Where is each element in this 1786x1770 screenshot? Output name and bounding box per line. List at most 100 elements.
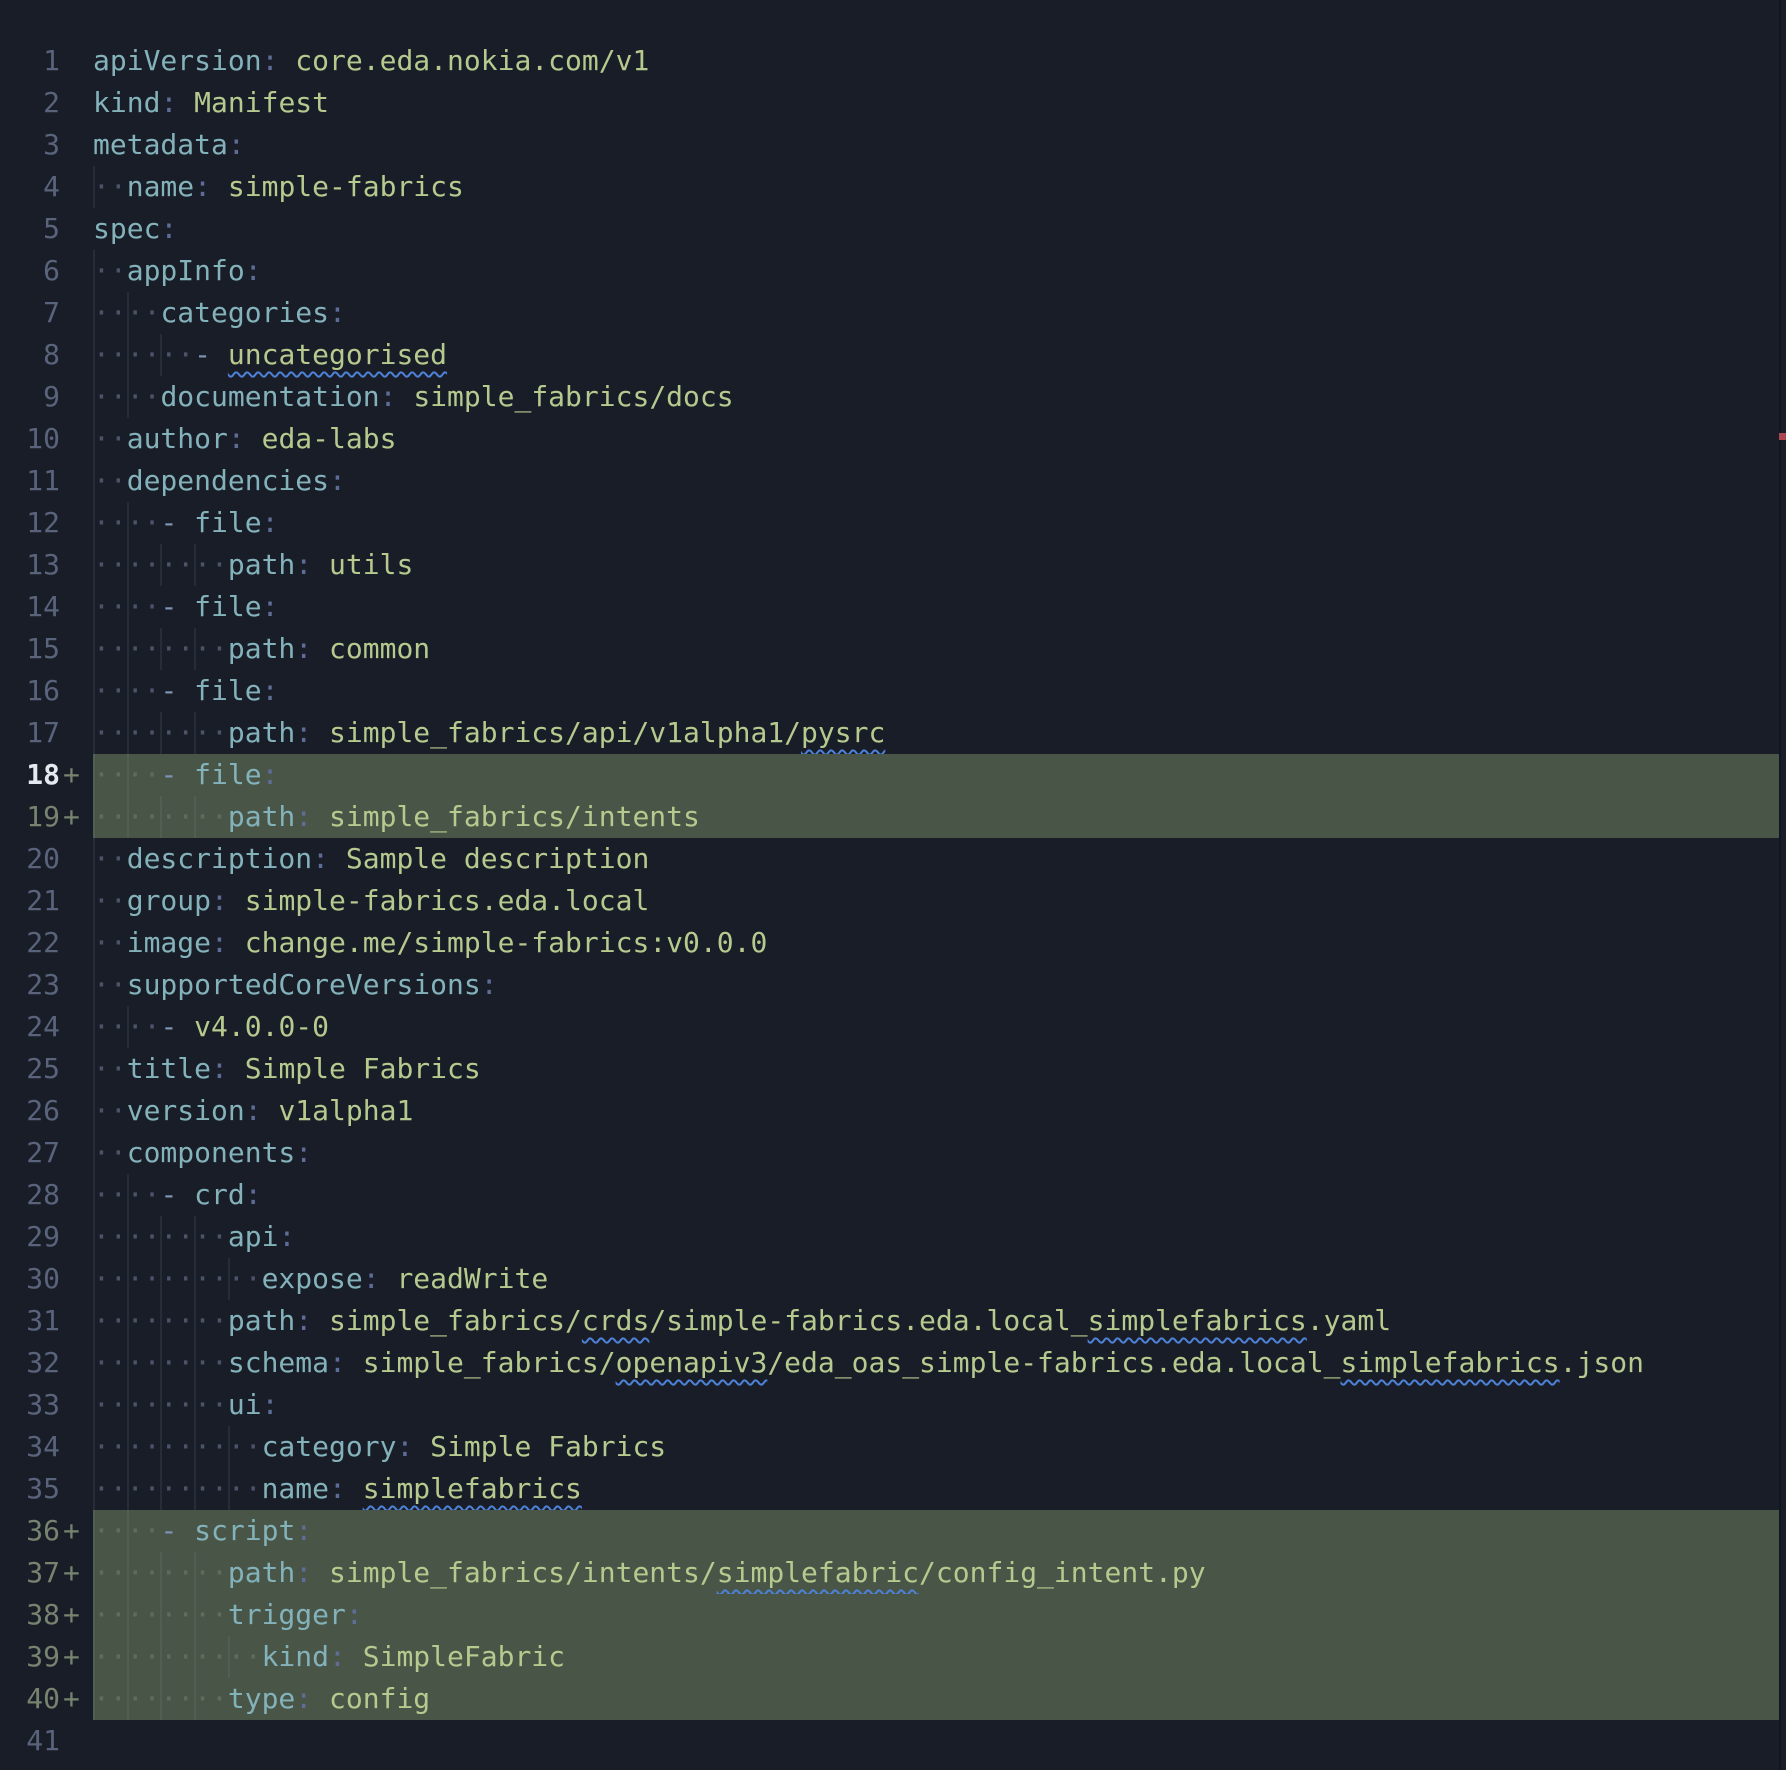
line-content[interactable]: ··components: [93, 1132, 1780, 1174]
line-number[interactable]: 26 [0, 1090, 60, 1132]
line-number[interactable]: 38 [0, 1594, 60, 1636]
line-number[interactable]: 40 [0, 1678, 60, 1720]
line-content[interactable]: ··image: change.me/simple-fabrics:v0.0.0 [93, 922, 1780, 964]
line-content[interactable]: ··name: simple-fabrics [93, 166, 1780, 208]
line-number[interactable]: 22 [0, 922, 60, 964]
line-content[interactable]: ··description: Sample description [93, 838, 1780, 880]
line-number[interactable]: 9 [0, 376, 60, 418]
line-number[interactable]: 7 [0, 292, 60, 334]
line-number[interactable]: 19 [0, 796, 60, 838]
line-content[interactable]: ··group: simple-fabrics.eda.local [93, 880, 1780, 922]
line-number[interactable]: 32 [0, 1342, 60, 1384]
yaml-key: expose [262, 1262, 363, 1295]
line-content[interactable]: ··········category: Simple Fabrics [93, 1426, 1780, 1468]
line-number[interactable]: 37 [0, 1552, 60, 1594]
line-content[interactable]: ··········expose: readWrite [93, 1258, 1780, 1300]
code-line: 23 ··supportedCoreVersions: [0, 964, 1786, 1006]
line-content[interactable]: ····- file: [93, 754, 1780, 796]
line-content[interactable]: ··version: v1alpha1 [93, 1090, 1780, 1132]
space [262, 1094, 279, 1127]
line-number[interactable]: 20 [0, 838, 60, 880]
line-content[interactable]: ········path: simple_fabrics/api/v1alpha… [93, 712, 1780, 754]
line-content[interactable]: ····- file: [93, 586, 1780, 628]
line-number[interactable]: 34 [0, 1426, 60, 1468]
overview-ruler-error-marker[interactable] [1779, 433, 1786, 440]
line-content[interactable]: ··········name: simplefabrics [93, 1468, 1780, 1510]
space [312, 1682, 329, 1715]
line-content[interactable]: ··title: Simple Fabrics [93, 1048, 1780, 1090]
line-content[interactable]: ······- uncategorised [93, 334, 1780, 376]
line-content[interactable]: ····categories: [93, 292, 1780, 334]
line-number[interactable]: 21 [0, 880, 60, 922]
line-content[interactable]: ··supportedCoreVersions: [93, 964, 1780, 1006]
line-number[interactable]: 31 [0, 1300, 60, 1342]
line-content[interactable]: ········type: config [93, 1678, 1780, 1720]
line-content[interactable]: ········schema: simple_fabrics/openapiv3… [93, 1342, 1780, 1384]
line-number[interactable]: 10 [0, 418, 60, 460]
line-content[interactable]: ········trigger: [93, 1594, 1780, 1636]
colon: : [262, 590, 279, 623]
line-content[interactable]: ····- crd: [93, 1174, 1780, 1216]
line-number[interactable]: 14 [0, 586, 60, 628]
line-content[interactable]: ········api: [93, 1216, 1780, 1258]
line-content[interactable]: ········ui: [93, 1384, 1780, 1426]
indent-guide [160, 1426, 162, 1468]
line-content[interactable]: ········path: utils [93, 544, 1780, 586]
line-number[interactable]: 4 [0, 166, 60, 208]
line-number[interactable]: 24 [0, 1006, 60, 1048]
line-content[interactable]: ········path: common [93, 628, 1780, 670]
line-number[interactable]: 11 [0, 460, 60, 502]
line-content[interactable]: ········path: simple_fabrics/intents [93, 796, 1780, 838]
line-content[interactable]: ····- script: [93, 1510, 1780, 1552]
line-number[interactable]: 27 [0, 1132, 60, 1174]
line-number[interactable]: 12 [0, 502, 60, 544]
space [312, 632, 329, 665]
added-line-plus-marker: + [63, 1636, 80, 1678]
yaml-value: Simple Fabrics [430, 1430, 666, 1463]
line-content[interactable]: ····- file: [93, 502, 1780, 544]
line-number[interactable]: 16 [0, 670, 60, 712]
line-content[interactable]: ····- v4.0.0-0 [93, 1006, 1780, 1048]
line-content[interactable]: kind: Manifest [93, 82, 1780, 124]
line-number[interactable]: 3 [0, 124, 60, 166]
line-number[interactable]: 41 [0, 1720, 60, 1762]
line-content[interactable]: ··appInfo: [93, 250, 1780, 292]
indent-guide [127, 796, 129, 838]
line-content[interactable]: ········path: simple_fabrics/intents/sim… [93, 1552, 1780, 1594]
indent-guide [127, 1426, 129, 1468]
line-number[interactable]: 36 [0, 1510, 60, 1552]
line-number[interactable]: 2 [0, 82, 60, 124]
line-content[interactable]: ··author: eda-labs [93, 418, 1780, 460]
line-number[interactable]: 39 [0, 1636, 60, 1678]
line-number[interactable]: 29 [0, 1216, 60, 1258]
code-line: 10 ··author: eda-labs [0, 418, 1786, 460]
line-number[interactable]: 8 [0, 334, 60, 376]
yaml-value: simple-fabrics [228, 170, 464, 203]
line-number[interactable]: 25 [0, 1048, 60, 1090]
line-content[interactable] [93, 1720, 1780, 1762]
line-content[interactable]: ··dependencies: [93, 460, 1780, 502]
line-number[interactable]: 30 [0, 1258, 60, 1300]
line-number[interactable]: 17 [0, 712, 60, 754]
indent-guide [194, 544, 196, 586]
line-number[interactable]: 13 [0, 544, 60, 586]
line-number[interactable]: 23 [0, 964, 60, 1006]
line-content[interactable]: ··········kind: SimpleFabric [93, 1636, 1780, 1678]
line-content[interactable]: spec: [93, 208, 1780, 250]
indent-guide [194, 628, 196, 670]
line-content[interactable]: metadata: [93, 124, 1780, 166]
line-number[interactable]: 28 [0, 1174, 60, 1216]
yaml-value-misspelled: simplefabrics [1340, 1346, 1559, 1379]
line-number[interactable]: 5 [0, 208, 60, 250]
line-content[interactable]: ····documentation: simple_fabrics/docs [93, 376, 1780, 418]
line-content[interactable]: apiVersion: core.eda.nokia.com/v1 [93, 40, 1780, 82]
line-number[interactable]: 15 [0, 628, 60, 670]
line-number[interactable]: 6 [0, 250, 60, 292]
line-number[interactable]: 33 [0, 1384, 60, 1426]
line-content[interactable]: ····- file: [93, 670, 1780, 712]
line-content[interactable]: ········path: simple_fabrics/crds/simple… [93, 1300, 1780, 1342]
line-number[interactable]: 1 [0, 40, 60, 82]
whitespace-dots: ·· [93, 170, 127, 203]
line-number[interactable]: 18 [0, 754, 60, 796]
line-number[interactable]: 35 [0, 1468, 60, 1510]
